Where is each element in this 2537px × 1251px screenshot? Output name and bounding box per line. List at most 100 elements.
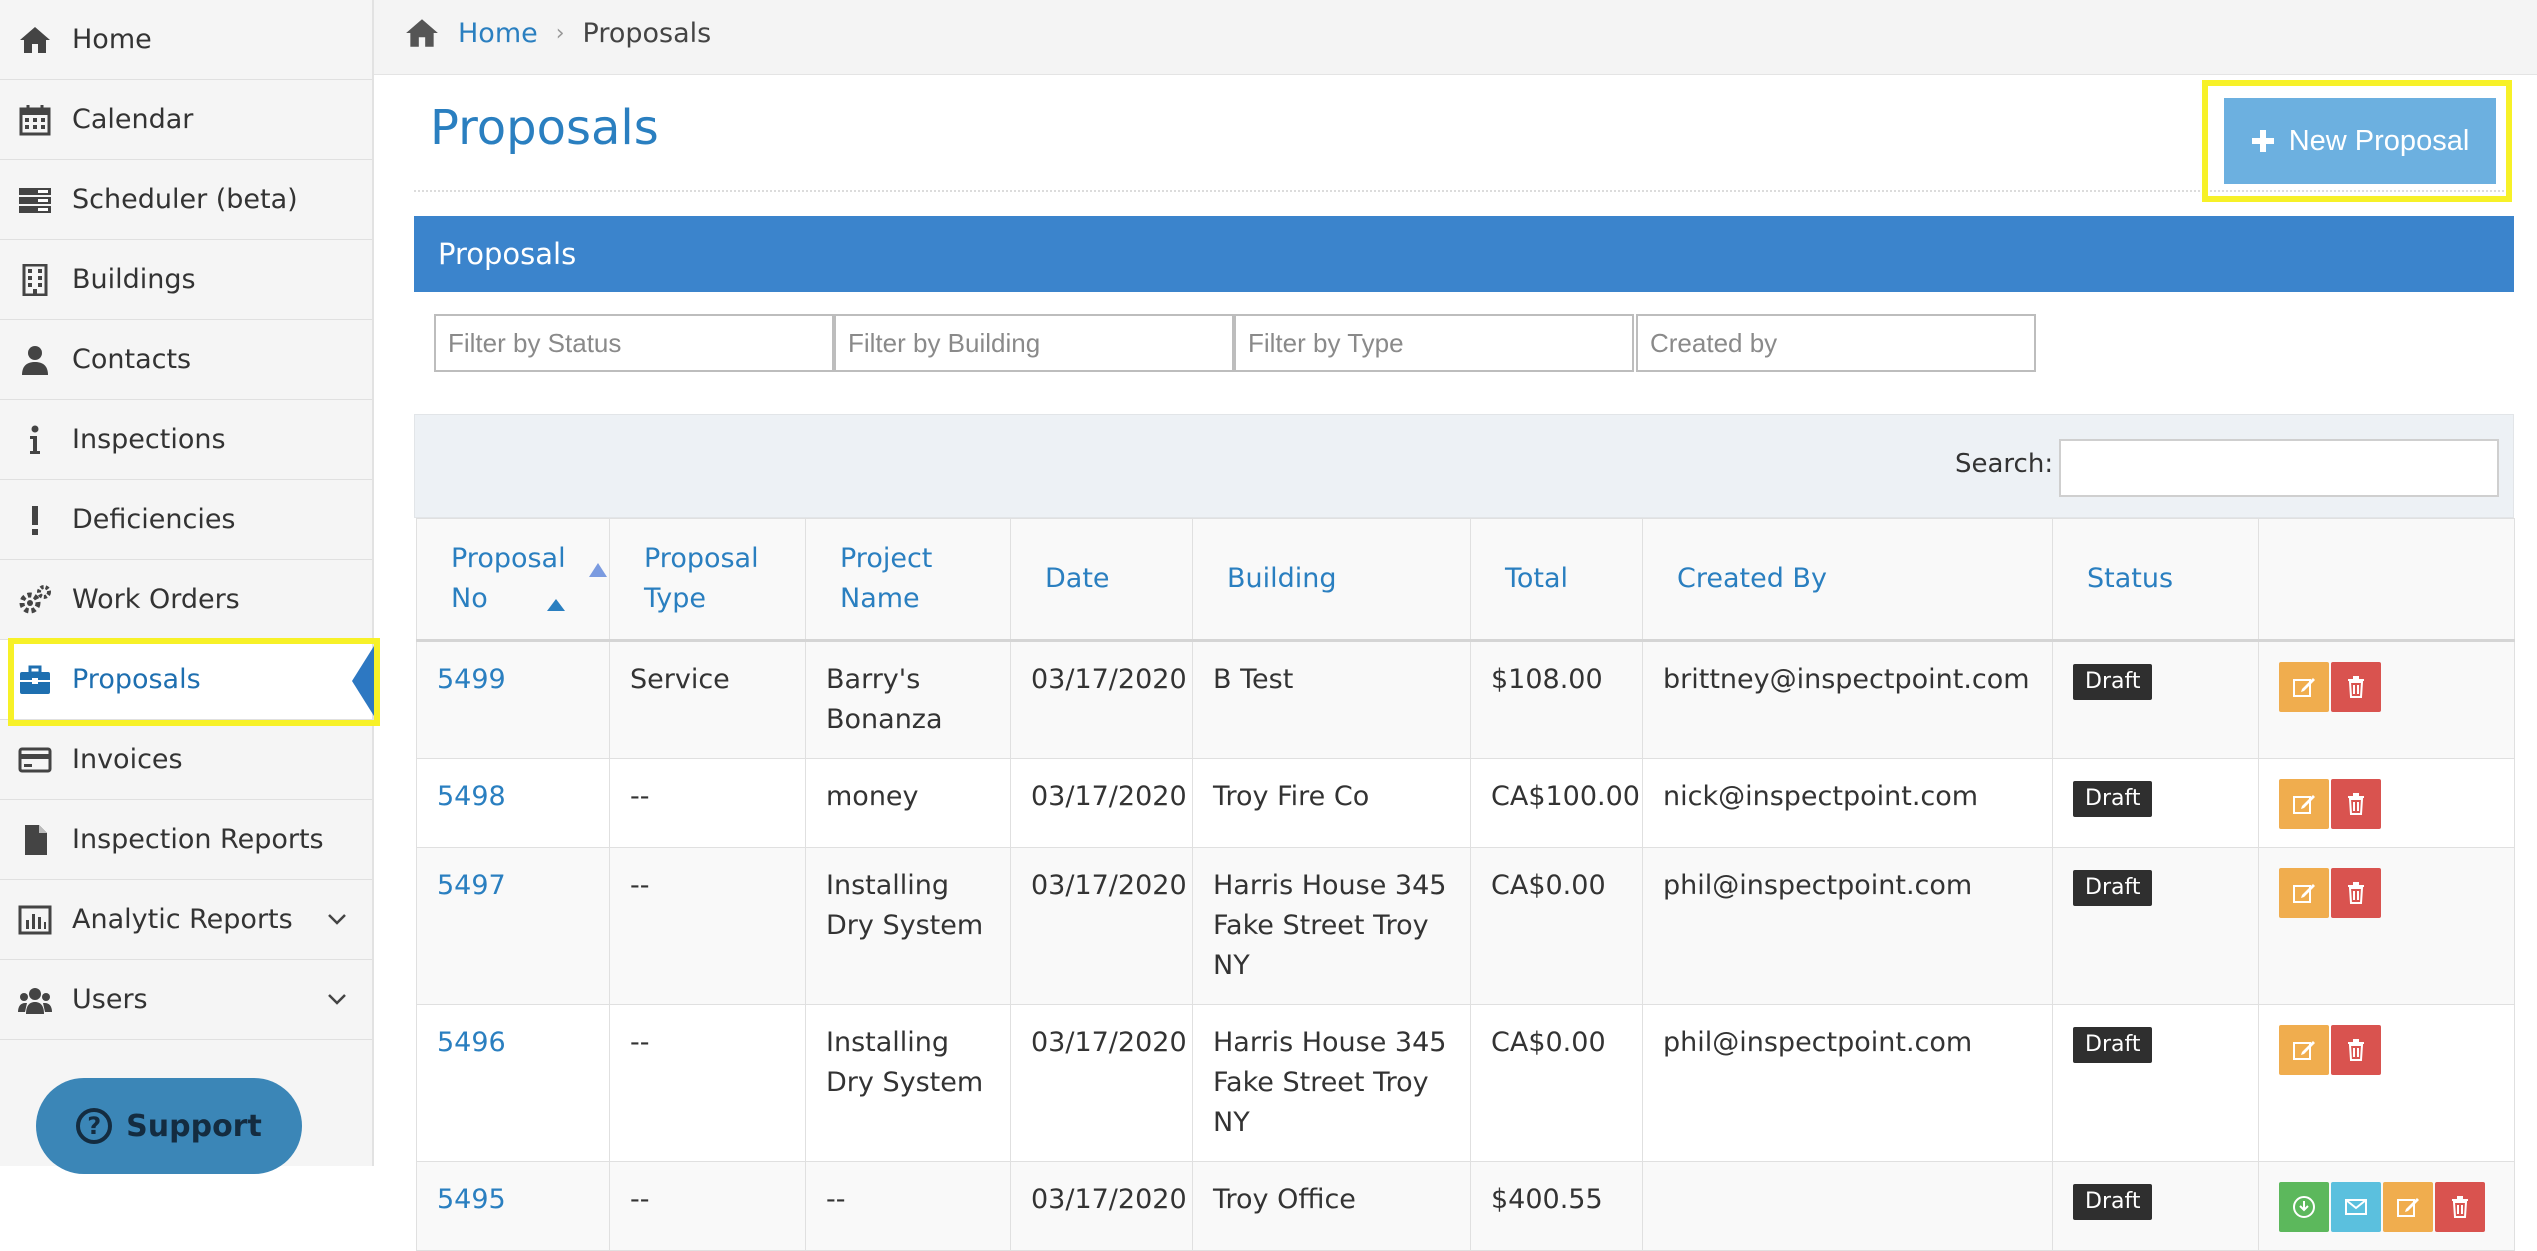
building-cell: Harris House 345 Fake Street Troy NY bbox=[1192, 847, 1471, 1005]
project-name-cell: Installing Dry System bbox=[805, 1004, 1011, 1162]
delete-button[interactable] bbox=[2435, 1182, 2485, 1232]
trash-icon bbox=[2348, 676, 2364, 698]
proposal-number-link[interactable]: 5495 bbox=[437, 1184, 506, 1215]
sidebar-item-buildings[interactable]: Buildings bbox=[0, 240, 372, 320]
new-proposal-highlight-box: New Proposal bbox=[2202, 80, 2512, 202]
building-cell: Troy Office bbox=[1192, 1161, 1471, 1251]
sidebar-item-scheduler[interactable]: Scheduler (beta) bbox=[0, 160, 372, 240]
building-cell: Harris House 345 Fake Street Troy NY bbox=[1192, 1004, 1471, 1162]
delete-button[interactable] bbox=[2331, 779, 2381, 829]
sidebar-item-inspections[interactable]: Inspections bbox=[0, 400, 372, 480]
filter-status-input[interactable] bbox=[434, 314, 834, 372]
date-cell: 03/17/2020 bbox=[1010, 1161, 1193, 1251]
sidebar-item-deficiencies[interactable]: Deficiencies bbox=[0, 480, 372, 560]
table-toolbar: Search: bbox=[414, 414, 2514, 518]
credit-card-icon bbox=[18, 747, 52, 773]
column-header-project-name[interactable]: Project Name bbox=[805, 518, 1011, 642]
status-badge: Draft bbox=[2073, 870, 2153, 906]
edit-button[interactable] bbox=[2279, 868, 2329, 918]
header-label: Proposal bbox=[451, 543, 566, 574]
chevron-down-icon[interactable] bbox=[326, 908, 348, 930]
new-proposal-button[interactable]: New Proposal bbox=[2224, 98, 2496, 184]
column-header-date[interactable]: Date bbox=[1010, 518, 1193, 642]
header-label: No bbox=[451, 583, 488, 614]
delete-button[interactable] bbox=[2331, 1025, 2381, 1075]
created-by-cell: phil@inspectpoint.com bbox=[1642, 847, 2053, 1005]
proposal-number-link[interactable]: 5498 bbox=[437, 781, 506, 812]
scheduler-icon bbox=[19, 188, 51, 213]
proposal-number-link[interactable]: 5496 bbox=[437, 1027, 506, 1058]
top-bar: Home › Proposals bbox=[374, 0, 2537, 75]
sidebar-item-calendar[interactable]: Calendar bbox=[0, 80, 372, 160]
sidebar-item-label: Invoices bbox=[72, 744, 183, 775]
sort-indicator-icon bbox=[589, 563, 607, 577]
edit-button[interactable] bbox=[2279, 1025, 2329, 1075]
home-icon[interactable] bbox=[404, 16, 440, 50]
sidebar-item-label: Inspections bbox=[72, 424, 226, 455]
calendar-icon bbox=[19, 105, 51, 136]
breadcrumb-current: Proposals bbox=[582, 17, 712, 49]
filter-building-input[interactable] bbox=[834, 314, 1234, 372]
filter-type-input[interactable] bbox=[1234, 314, 1634, 372]
email-button[interactable] bbox=[2331, 1182, 2381, 1232]
project-name-cell: -- bbox=[805, 1161, 1011, 1251]
total-cell: CA$100.00 bbox=[1470, 758, 1643, 848]
table-header-row: Proposal No Proposal Type Project Name D… bbox=[416, 518, 2515, 642]
total-cell: CA$0.00 bbox=[1470, 847, 1643, 1005]
column-header-building[interactable]: Building bbox=[1192, 518, 1471, 642]
chevron-down-icon[interactable] bbox=[326, 988, 348, 1010]
sidebar-item-label: Analytic Reports bbox=[72, 904, 293, 935]
new-proposal-label: New Proposal bbox=[2288, 124, 2470, 157]
edit-button[interactable] bbox=[2279, 662, 2329, 712]
download-button[interactable] bbox=[2279, 1182, 2329, 1232]
sidebar-item-proposals[interactable]: Proposals bbox=[0, 640, 372, 720]
column-header-proposal-type[interactable]: Proposal Type bbox=[609, 518, 806, 642]
sidebar-item-analytic-reports[interactable]: Analytic Reports bbox=[0, 880, 372, 960]
edit-button[interactable] bbox=[2383, 1182, 2433, 1232]
edit-button[interactable] bbox=[2279, 779, 2329, 829]
search-input[interactable] bbox=[2059, 439, 2499, 497]
proposal-number-link[interactable]: 5499 bbox=[437, 664, 506, 695]
sidebar-item-inspection-reports[interactable]: Inspection Reports bbox=[0, 800, 372, 880]
file-icon bbox=[25, 825, 47, 855]
header-label: Proposal bbox=[644, 543, 759, 574]
sidebar-item-invoices[interactable]: Invoices bbox=[0, 720, 372, 800]
edit-icon bbox=[2293, 795, 2315, 814]
status-badge: Draft bbox=[2073, 1027, 2153, 1063]
column-header-actions bbox=[2258, 518, 2515, 642]
status-badge: Draft bbox=[2073, 781, 2153, 817]
created-by-cell: nick@inspectpoint.com bbox=[1642, 758, 2053, 848]
sidebar-item-label: Work Orders bbox=[72, 584, 240, 615]
title-divider bbox=[414, 190, 2512, 192]
bar-chart-icon bbox=[18, 905, 52, 935]
sidebar-item-work-orders[interactable]: Work Orders bbox=[0, 560, 372, 640]
sidebar-item-home[interactable]: Home bbox=[0, 0, 372, 80]
sidebar-item-users[interactable]: Users bbox=[0, 960, 372, 1040]
sidebar-item-label: Contacts bbox=[72, 344, 192, 375]
search-label: Search: bbox=[1955, 449, 2054, 479]
column-header-created-by[interactable]: Created By bbox=[1642, 518, 2053, 642]
sidebar-item-contacts[interactable]: Contacts bbox=[0, 320, 372, 400]
sidebar-item-label: Deficiencies bbox=[72, 504, 236, 535]
home-icon bbox=[20, 27, 50, 53]
breadcrumb-home-link[interactable]: Home bbox=[458, 18, 538, 49]
column-header-proposal-no[interactable]: Proposal No bbox=[416, 518, 610, 642]
date-cell: 03/17/2020 bbox=[1010, 640, 1193, 759]
proposal-number-link[interactable]: 5497 bbox=[437, 870, 506, 901]
table-row: 5499 Service Barry's Bonanza 03/17/2020 … bbox=[416, 640, 2515, 759]
sidebar-item-label: Buildings bbox=[72, 264, 196, 295]
status-badge: Draft bbox=[2073, 1184, 2153, 1220]
delete-button[interactable] bbox=[2331, 868, 2381, 918]
column-header-status[interactable]: Status bbox=[2052, 518, 2259, 642]
column-header-total[interactable]: Total bbox=[1470, 518, 1643, 642]
filter-created-by-input[interactable] bbox=[1636, 314, 2036, 372]
date-cell: 03/17/2020 bbox=[1010, 758, 1193, 848]
project-name-cell: Barry's Bonanza bbox=[805, 640, 1011, 759]
total-cell: $108.00 bbox=[1470, 640, 1643, 759]
project-name-cell: Installing Dry System bbox=[805, 847, 1011, 1005]
support-button[interactable]: ? Support bbox=[36, 1078, 302, 1174]
trash-icon bbox=[2348, 1039, 2364, 1061]
delete-button[interactable] bbox=[2331, 662, 2381, 712]
proposal-type-cell: -- bbox=[609, 1161, 806, 1251]
edit-icon bbox=[2293, 1041, 2315, 1060]
